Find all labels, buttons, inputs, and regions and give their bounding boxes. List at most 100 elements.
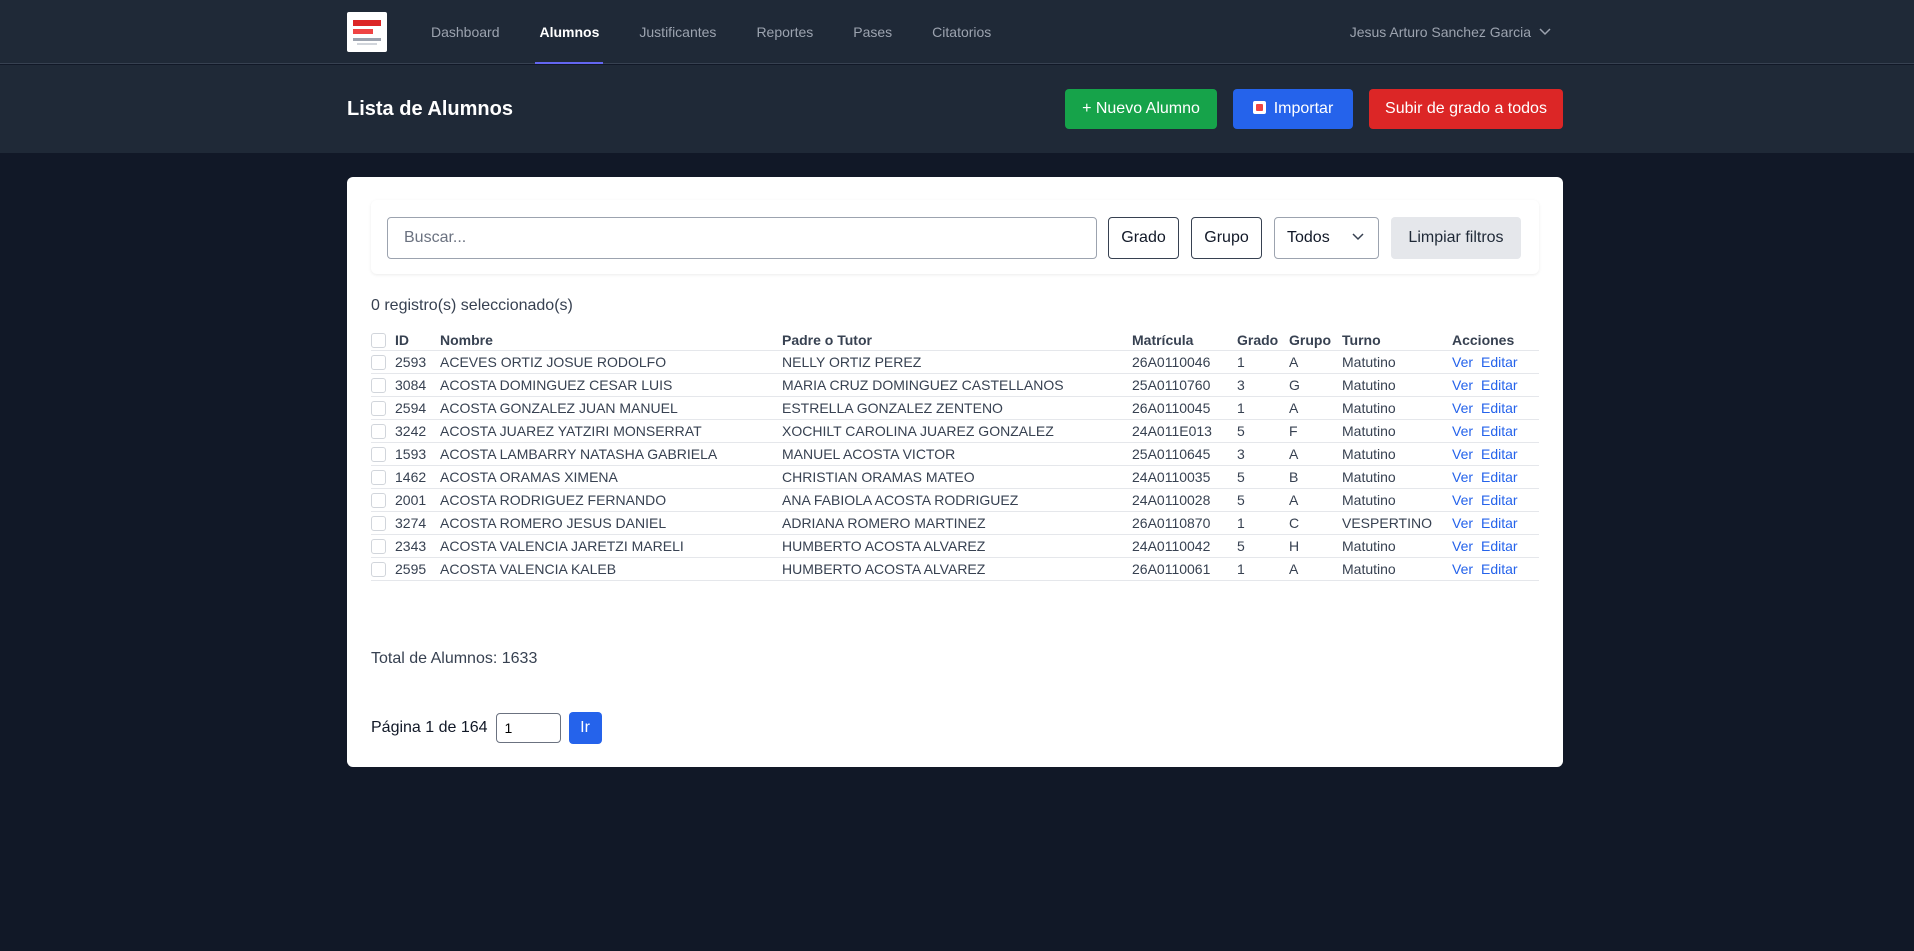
- nav-item-citatorios[interactable]: Citatorios: [932, 0, 991, 64]
- row-checkbox[interactable]: [371, 515, 386, 531]
- cell-grado: 1: [1237, 511, 1289, 535]
- import-button[interactable]: Importar: [1233, 89, 1353, 129]
- cell-grupo: A: [1289, 396, 1342, 420]
- view-link[interactable]: Ver: [1452, 538, 1473, 554]
- cell-select: [371, 419, 395, 443]
- go-page-button[interactable]: Ir: [568, 712, 602, 744]
- view-link[interactable]: Ver: [1452, 400, 1473, 416]
- row-checkbox[interactable]: [371, 538, 386, 554]
- cell-matricula: 26A0110045: [1132, 396, 1237, 420]
- edit-link[interactable]: Editar: [1481, 538, 1518, 554]
- view-link[interactable]: Ver: [1452, 354, 1473, 370]
- clear-filters-button[interactable]: Limpiar filtros: [1391, 217, 1521, 259]
- table-row: 3274 ACOSTA ROMERO JESUS DANIEL ADRIANA RO…: [371, 511, 1539, 535]
- cell-grado: 3: [1237, 373, 1289, 397]
- cell-nombre: ACOSTA ROMERO JESUS DANIEL: [440, 511, 782, 535]
- cell-acciones: Ver Editar: [1452, 373, 1539, 397]
- grado-filter[interactable]: Grado: [1108, 217, 1179, 259]
- col-grupo[interactable]: Grupo: [1289, 330, 1342, 351]
- edit-link[interactable]: Editar: [1481, 561, 1518, 577]
- user-menu[interactable]: Jesus Arturo Sanchez Garcia: [1350, 0, 1551, 64]
- promote-all-button[interactable]: Subir de grado a todos: [1369, 89, 1563, 129]
- col-grado[interactable]: Grado: [1237, 330, 1289, 351]
- row-checkbox[interactable]: [371, 400, 386, 416]
- select-all-checkbox[interactable]: [371, 333, 386, 349]
- cell-acciones: Ver Editar: [1452, 350, 1539, 374]
- nav-item-reportes[interactable]: Reportes: [756, 0, 813, 64]
- cell-id: 2595: [395, 557, 440, 581]
- cell-grado: 5: [1237, 534, 1289, 558]
- cell-acciones: Ver Editar: [1452, 488, 1539, 512]
- cell-turno: Matutino: [1342, 557, 1452, 581]
- row-checkbox[interactable]: [371, 446, 386, 462]
- row-checkbox[interactable]: [371, 377, 386, 393]
- view-link[interactable]: Ver: [1452, 561, 1473, 577]
- cell-id: 3242: [395, 419, 440, 443]
- cell-acciones: Ver Editar: [1452, 557, 1539, 581]
- cell-tutor: HUMBERTO ACOSTA ALVAREZ: [782, 557, 1132, 581]
- cell-tutor: MANUEL ACOSTA VICTOR: [782, 442, 1132, 466]
- cell-nombre: ACOSTA VALENCIA JARETZI MARELI: [440, 534, 782, 558]
- edit-link[interactable]: Editar: [1481, 423, 1518, 439]
- search-input[interactable]: [387, 217, 1097, 259]
- col-tutor[interactable]: Padre o Tutor: [782, 330, 1132, 351]
- view-link[interactable]: Ver: [1452, 492, 1473, 508]
- edit-link[interactable]: Editar: [1481, 492, 1518, 508]
- row-checkbox[interactable]: [371, 561, 386, 577]
- edit-link[interactable]: Editar: [1481, 400, 1518, 416]
- school-logo[interactable]: [347, 12, 387, 52]
- view-link[interactable]: Ver: [1452, 469, 1473, 485]
- col-id[interactable]: ID: [395, 330, 440, 351]
- cell-turno: Matutino: [1342, 488, 1452, 512]
- view-link[interactable]: Ver: [1452, 377, 1473, 393]
- col-nombre[interactable]: Nombre: [440, 330, 782, 351]
- edit-link[interactable]: Editar: [1481, 469, 1518, 485]
- cell-matricula: 24A011E013: [1132, 419, 1237, 443]
- cell-turno: Matutino: [1342, 534, 1452, 558]
- edit-link[interactable]: Editar: [1481, 377, 1518, 393]
- edit-link[interactable]: Editar: [1481, 354, 1518, 370]
- row-checkbox[interactable]: [371, 354, 386, 370]
- view-link[interactable]: Ver: [1452, 515, 1473, 531]
- row-checkbox[interactable]: [371, 423, 386, 439]
- nav-item-dashboard[interactable]: Dashboard: [431, 0, 500, 64]
- cell-grado: 5: [1237, 419, 1289, 443]
- turno-select[interactable]: Todos: [1274, 217, 1379, 259]
- table-row: 2594 ACOSTA GONZALEZ JUAN MANUEL ESTRELLA …: [371, 396, 1539, 420]
- cell-select: [371, 488, 395, 512]
- cell-matricula: 24A0110042: [1132, 534, 1237, 558]
- cell-matricula: 26A0110046: [1132, 350, 1237, 374]
- cell-select: [371, 350, 395, 374]
- table-header-row: ID Nombre Padre o Tutor Matrícula Grado …: [371, 330, 1539, 351]
- selected-count: 0 registro(s) seleccionado(s): [371, 297, 573, 314]
- cell-acciones: Ver Editar: [1452, 465, 1539, 489]
- cell-nombre: ACOSTA ORAMAS XIMENA: [440, 465, 782, 489]
- cell-acciones: Ver Editar: [1452, 442, 1539, 466]
- view-link[interactable]: Ver: [1452, 423, 1473, 439]
- cell-matricula: 26A0110061: [1132, 557, 1237, 581]
- cell-grupo: C: [1289, 511, 1342, 535]
- nav-item-pases[interactable]: Pases: [853, 0, 892, 64]
- page-title: Lista de Alumnos: [347, 98, 513, 120]
- grupo-filter[interactable]: Grupo: [1191, 217, 1262, 259]
- edit-link[interactable]: Editar: [1481, 446, 1518, 462]
- cell-turno: Matutino: [1342, 396, 1452, 420]
- nav-links: Dashboard Alumnos Justificantes Reportes…: [431, 0, 1031, 64]
- col-matricula[interactable]: Matrícula: [1132, 330, 1237, 351]
- new-student-button[interactable]: + Nuevo Alumno: [1065, 89, 1217, 129]
- cell-acciones: Ver Editar: [1452, 511, 1539, 535]
- cell-tutor: XOCHILT CAROLINA JUAREZ GONZALEZ: [782, 419, 1132, 443]
- edit-link[interactable]: Editar: [1481, 515, 1518, 531]
- col-turno[interactable]: Turno: [1342, 330, 1452, 351]
- cell-grupo: G: [1289, 373, 1342, 397]
- page-number-input[interactable]: [495, 713, 561, 743]
- row-checkbox[interactable]: [371, 492, 386, 508]
- nav-item-justificantes[interactable]: Justificantes: [639, 0, 716, 64]
- view-link[interactable]: Ver: [1452, 446, 1473, 462]
- row-checkbox[interactable]: [371, 469, 386, 485]
- table-row: 1462 ACOSTA ORAMAS XIMENA CHRISTIAN ORAMAS…: [371, 465, 1539, 489]
- nav-item-alumnos[interactable]: Alumnos: [534, 0, 604, 64]
- cell-nombre: ACOSTA DOMINGUEZ CESAR LUIS: [440, 373, 782, 397]
- chevron-down-icon: [1539, 28, 1551, 36]
- turno-select-value: Todos: [1287, 229, 1330, 246]
